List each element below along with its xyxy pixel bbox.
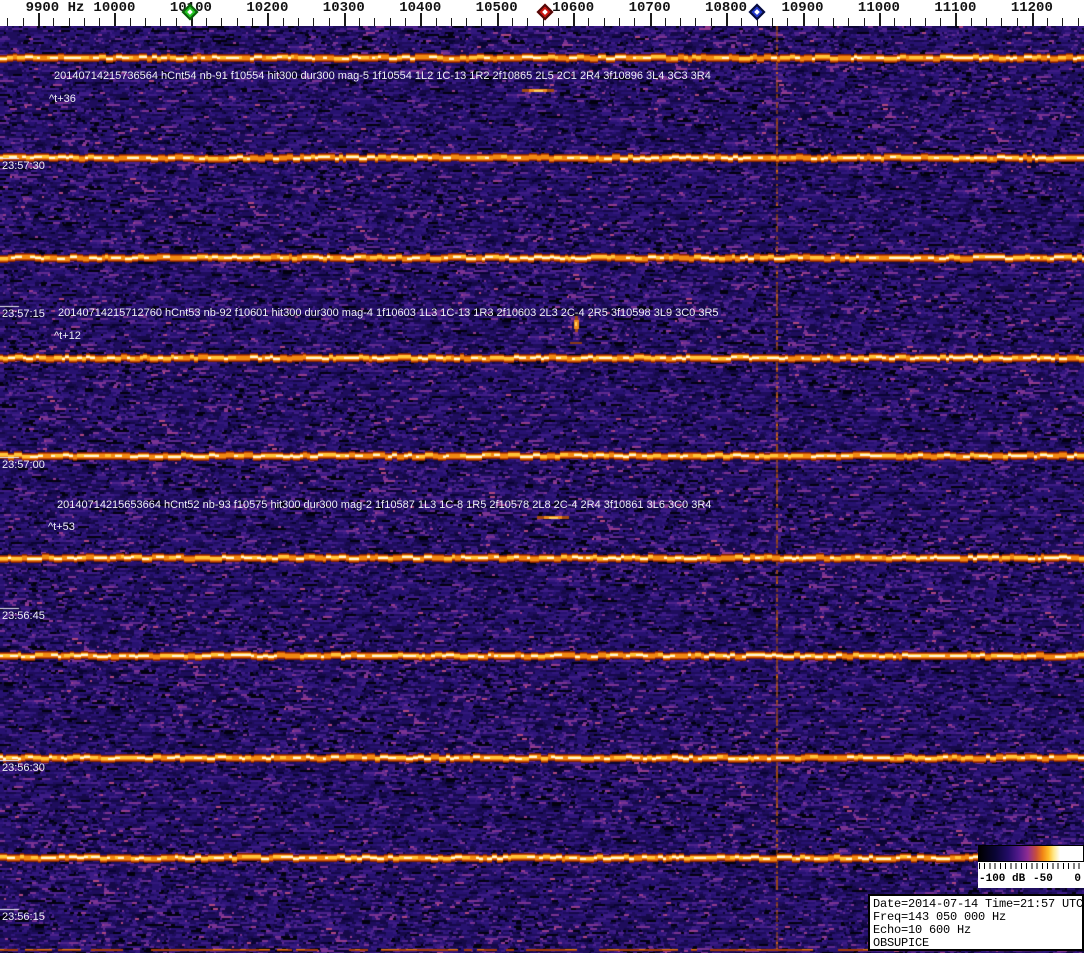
axis-tick [650, 13, 652, 26]
db-color-scale: -100 dB -50 0 [978, 845, 1084, 888]
db-label-max: 0 [1074, 873, 1081, 885]
db-label-min: -100 dB [979, 873, 1026, 885]
axis-tick [420, 13, 422, 26]
axis-tick [130, 18, 131, 26]
axis-tick [374, 18, 375, 26]
time-label: 23:56:45 [2, 610, 45, 622]
axis-tick [741, 18, 742, 26]
time-label: 23:56:15 [2, 911, 45, 923]
axis-tick [38, 13, 40, 26]
axis-tick [787, 18, 788, 26]
detection-text: 20140714215736564 hCnt54 nb-91 f10554 hi… [54, 70, 711, 82]
detection-offset-note: ^t+53 [48, 521, 75, 533]
axis-tick [84, 18, 85, 26]
axis-tick [53, 18, 54, 26]
axis-tick [864, 18, 865, 26]
axis-tick [1062, 18, 1063, 26]
axis-tick [466, 18, 467, 26]
axis-tick [145, 18, 146, 26]
axis-tick [359, 18, 360, 26]
axis-tick [237, 18, 238, 26]
frequency-axis: 9900 Hz 10000 10100 10200 10300 10400 10… [0, 0, 1084, 26]
axis-tick [1078, 18, 1079, 26]
axis-tick [7, 18, 8, 26]
axis-tick [772, 18, 773, 26]
axis-tick [818, 18, 819, 26]
axis-tick [69, 18, 70, 26]
axis-tick [879, 13, 881, 26]
axis-tick [1047, 18, 1048, 26]
axis-tick [344, 13, 346, 26]
axis-tick [925, 18, 926, 26]
axis-tick [481, 18, 482, 26]
time-label: 23:57:00 [2, 459, 45, 471]
red-diamond-marker-icon[interactable] [536, 3, 554, 21]
axis-label: 9900 Hz [25, 0, 85, 16]
axis-tick [313, 18, 314, 26]
axis-tick [910, 18, 911, 26]
detection-text: 20140714215653664 hCnt52 nb-93 f10575 hi… [57, 499, 712, 511]
time-label: 23:57:30 [2, 160, 45, 172]
axis-tick [971, 18, 972, 26]
axis-tick [405, 18, 406, 26]
axis-tick [940, 18, 941, 26]
axis-tick [986, 18, 987, 26]
axis-tick [1001, 18, 1002, 26]
axis-tick [252, 18, 253, 26]
info-station-line: OBSUPICE [873, 936, 930, 950]
detection-offset-note: ^t+36 [49, 93, 76, 105]
axis-tick [512, 18, 513, 26]
axis-tick [206, 18, 207, 26]
axis-tick [298, 18, 299, 26]
axis-tick [1032, 13, 1034, 26]
axis-tick [604, 18, 605, 26]
axis-tick [619, 18, 620, 26]
axis-tick [451, 18, 452, 26]
axis-tick [527, 18, 528, 26]
db-label-mid: -50 [1033, 873, 1053, 885]
axis-tick [833, 18, 834, 26]
meteor-spectrogram-app: 9900 Hz 10000 10100 10200 10300 10400 10… [0, 0, 1084, 953]
blue-diamond-marker-icon[interactable] [748, 3, 766, 21]
axis-tick [634, 18, 635, 26]
axis-tick [390, 18, 391, 26]
axis-tick [573, 13, 575, 26]
axis-tick [955, 13, 957, 26]
time-label: 23:56:30 [2, 762, 45, 774]
axis-tick [283, 18, 284, 26]
axis-tick [160, 18, 161, 26]
axis-tick [711, 18, 712, 26]
axis-tick [23, 18, 24, 26]
spectrogram-canvas [0, 26, 1084, 953]
axis-tick [436, 18, 437, 26]
axis-tick [588, 18, 589, 26]
station-info-box: Date=2014-07-14 Time=21:57 UTC Freq=143 … [868, 894, 1084, 951]
axis-tick [726, 13, 728, 26]
axis-tick [99, 18, 100, 26]
db-scale-ticks [979, 863, 1083, 869]
axis-tick [695, 18, 696, 26]
time-label: 23:57:15 [2, 308, 45, 320]
db-scale-labels: -100 dB -50 0 [978, 871, 1084, 887]
axis-tick [497, 13, 499, 26]
axis-tick [558, 18, 559, 26]
axis-tick [221, 18, 222, 26]
axis-tick [680, 18, 681, 26]
axis-tick [665, 18, 666, 26]
axis-tick [114, 13, 116, 26]
axis-tick [176, 18, 177, 26]
axis-tick [329, 18, 330, 26]
axis-tick [848, 18, 849, 26]
db-gradient-bar [978, 845, 1084, 862]
axis-tick [1017, 18, 1018, 26]
detection-offset-note: ^t+12 [54, 330, 81, 342]
axis-tick [894, 18, 895, 26]
axis-tick [803, 13, 805, 26]
detection-text: 20140714215712760 hCnt53 nb-92 f10601 hi… [58, 307, 719, 319]
axis-tick [267, 13, 269, 26]
